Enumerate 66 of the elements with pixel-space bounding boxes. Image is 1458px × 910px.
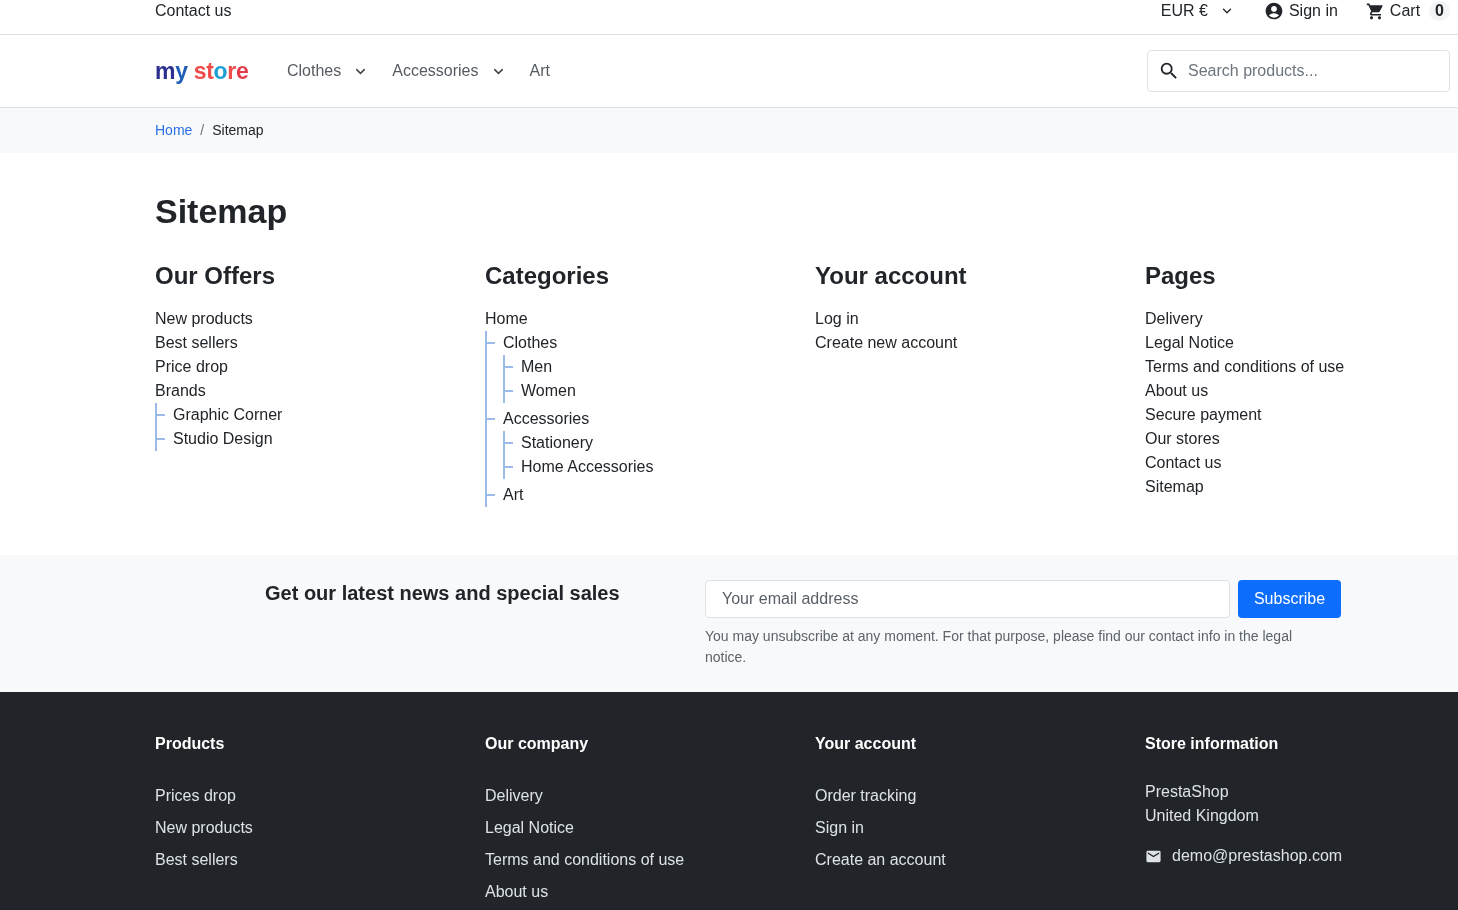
- search-icon: [1158, 60, 1180, 82]
- footer-heading: Store information: [1145, 734, 1279, 754]
- cart-link[interactable]: Cart 0: [1365, 1, 1450, 21]
- footer-heading: Products: [155, 734, 225, 754]
- cart-icon: [1365, 1, 1385, 21]
- breadcrumb-link[interactable]: Home: [155, 120, 193, 141]
- sitemap-link[interactable]: Log in: [815, 307, 859, 331]
- sitemap-heading: Categories: [485, 261, 610, 291]
- sitemap-link[interactable]: About us: [1145, 379, 1209, 403]
- search-field[interactable]: Search products...: [1147, 50, 1450, 92]
- sitemap-heading: Pages: [1145, 261, 1216, 291]
- sitemap-link[interactable]: Secure payment: [1145, 403, 1262, 427]
- footer-link[interactable]: Create an account: [815, 848, 946, 872]
- sitemap-link[interactable]: Women: [521, 379, 576, 403]
- store-logo[interactable]: my store: [155, 58, 255, 84]
- sitemap-link[interactable]: Accessories: [503, 407, 590, 431]
- sitemap-link[interactable]: New products: [155, 307, 253, 331]
- store-address-line: United Kingdom: [1145, 806, 1259, 826]
- sitemap-link[interactable]: Stationery: [521, 431, 594, 455]
- sitemap-link[interactable]: Create new account: [815, 331, 958, 355]
- sitemap-link[interactable]: Studio Design: [173, 427, 273, 451]
- footer-link[interactable]: Legal Notice: [485, 816, 574, 840]
- footer-link[interactable]: New products: [155, 816, 253, 840]
- subscribe-button[interactable]: Subscribe: [1238, 580, 1341, 618]
- newsletter-title: Get our latest news and special sales: [265, 581, 620, 605]
- currency-selector[interactable]: EUR €: [1160, 1, 1234, 21]
- page-title: Sitemap: [155, 191, 288, 231]
- footer-link[interactable]: Sign in: [815, 816, 864, 840]
- breadcrumb-current-page: Sitemap: [212, 121, 264, 140]
- sitemap-heading: Our Offers: [155, 261, 276, 291]
- nav-menu-item[interactable]: Clothes: [287, 59, 369, 83]
- footer-heading: Your account: [815, 734, 917, 754]
- sitemap-link[interactable]: Delivery: [1145, 307, 1203, 331]
- sitemap-link[interactable]: Home: [485, 307, 528, 331]
- footer-link[interactable]: Delivery: [485, 784, 543, 808]
- sitemap-link[interactable]: Terms and conditions of use: [1145, 355, 1345, 379]
- nav-menu-item[interactable]: Accessories: [392, 59, 506, 83]
- sitemap-link[interactable]: Best sellers: [155, 331, 238, 355]
- email-field[interactable]: Your email address: [705, 580, 1230, 618]
- footer-link[interactable]: Terms and conditions of use: [485, 848, 685, 872]
- store-address-line: PrestaShop: [1145, 782, 1229, 802]
- footer-heading: Our company: [485, 734, 589, 754]
- sitemap-link[interactable]: Graphic Corner: [173, 403, 283, 427]
- sitemap-link[interactable]: Price drop: [155, 355, 228, 379]
- newsletter-note: You may unsubscribe at any moment. For that purpose, please find our contact info in the legal notice.: [705, 627, 1294, 667]
- sitemap-heading: Your account: [815, 261, 967, 291]
- store-email-link[interactable]: demo@prestashop.com: [1172, 844, 1343, 868]
- sitemap-link[interactable]: Sitemap: [1145, 475, 1204, 499]
- sign-in-link[interactable]: Sign in: [1263, 1, 1338, 21]
- footer-link[interactable]: Best sellers: [155, 848, 238, 872]
- sitemap-link[interactable]: Home Accessories: [521, 455, 654, 479]
- sitemap-link[interactable]: Our stores: [1145, 427, 1220, 451]
- footer-link[interactable]: Order tracking: [815, 784, 917, 808]
- sitemap-link[interactable]: Men: [521, 355, 553, 379]
- sitemap-link[interactable]: Clothes: [503, 331, 558, 355]
- user-icon: [1263, 1, 1284, 21]
- sitemap-link[interactable]: Legal Notice: [1145, 331, 1234, 355]
- sitemap-link[interactable]: Contact us: [1145, 451, 1222, 475]
- breadcrumb-separator: /: [200, 121, 205, 140]
- cart-count: 0: [1429, 1, 1450, 21]
- sitemap-link[interactable]: Brands: [155, 379, 206, 403]
- sitemap-link[interactable]: Art: [503, 483, 524, 507]
- footer-link[interactable]: About us: [485, 880, 549, 904]
- footer-link[interactable]: Prices drop: [155, 784, 236, 808]
- nav-menu-item[interactable]: Art: [529, 59, 550, 83]
- contact-link[interactable]: Contact us: [155, 1, 232, 21]
